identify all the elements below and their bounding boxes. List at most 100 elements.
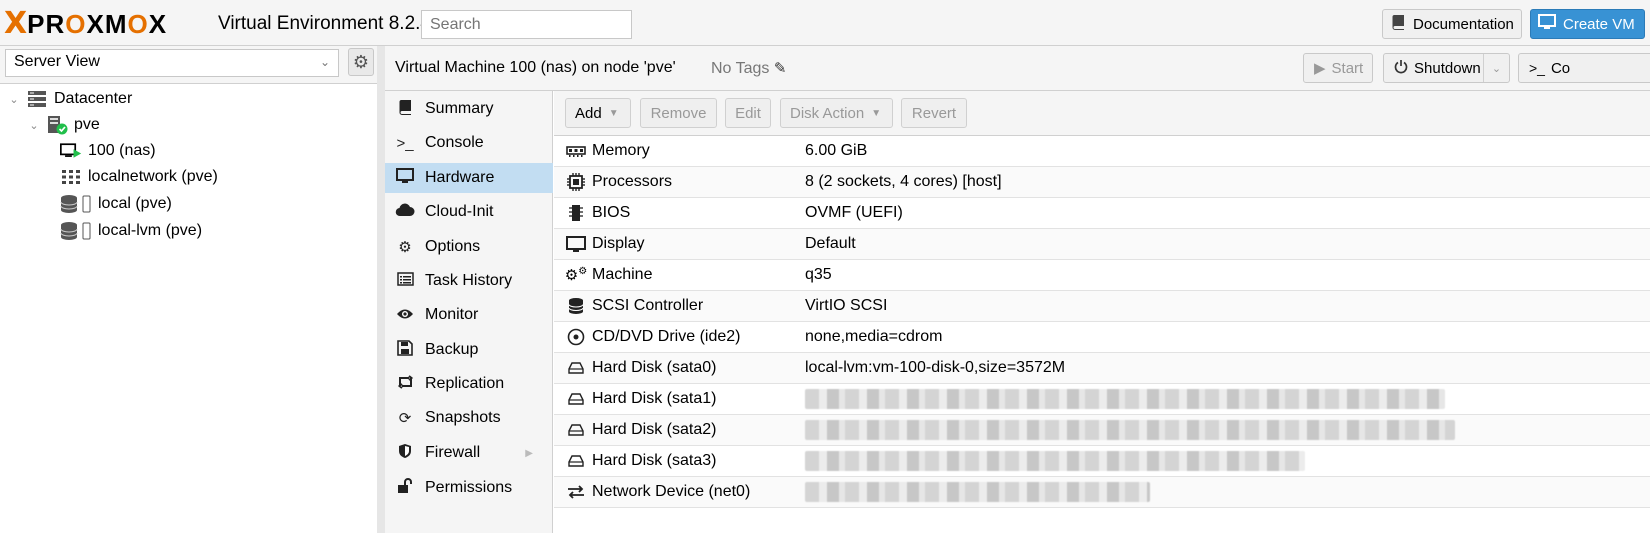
chevron-down-icon[interactable]: ⌄ — [8, 93, 20, 106]
tree-item-local-lvm[interactable]: local-lvm (pve) — [60, 218, 202, 244]
page-title: Virtual Machine 100 (nas) on node 'pve' — [395, 59, 676, 76]
hardware-row-sata1[interactable]: Hard Disk (sata1) — [554, 384, 1650, 415]
hardware-value: 6.00 GiB — [805, 142, 868, 159]
floppy-icon — [395, 340, 415, 360]
grid-icon — [60, 167, 82, 187]
view-selector[interactable]: Server View ⌄ — [5, 49, 339, 77]
desktop-icon — [562, 235, 590, 253]
nav-label: Permissions — [425, 479, 513, 496]
nav-monitor[interactable]: Monitor — [385, 300, 553, 330]
hardware-value: local-lvm:vm-100-disk-0,size=3572M — [805, 359, 1066, 376]
storage-icon — [60, 194, 92, 214]
nav-label: Snapshots — [425, 409, 501, 426]
hardware-row-sata3[interactable]: Hard Disk (sata3) — [554, 446, 1650, 477]
hardware-value: 8 (2 sockets, 4 cores) [host] — [805, 173, 1002, 190]
hardware-row-scsi-controller[interactable]: SCSI Controller VirtIO SCSI — [554, 291, 1650, 322]
tree-item-label: 100 (nas) — [88, 142, 156, 159]
add-label: Add — [575, 104, 602, 122]
history-icon: ⟳ — [398, 410, 412, 427]
hardware-value: VirtIO SCSI — [805, 297, 888, 314]
hardware-row-cdrom[interactable]: CD/DVD Drive (ide2) none,media=cdrom — [554, 322, 1650, 353]
hardware-row-sata0[interactable]: Hard Disk (sata0) local-lvm:vm-100-disk-… — [554, 353, 1650, 384]
chevron-down-icon: ▼ — [608, 107, 619, 119]
nav-label: Cloud-Init — [425, 203, 494, 220]
console-button[interactable]: >_ Co — [1518, 53, 1650, 83]
create-vm-button[interactable]: Create VM — [1530, 9, 1645, 39]
hardware-row-bios[interactable]: BIOS OVMF (UEFI) — [554, 198, 1650, 229]
revert-button[interactable]: Revert — [901, 98, 967, 128]
hardware-name: Network Device (net0) — [592, 483, 751, 500]
tree-item-label: local-lvm (pve) — [98, 222, 203, 239]
remove-button[interactable]: Remove — [640, 98, 717, 128]
panel-splitter[interactable] — [377, 46, 385, 533]
power-icon — [1394, 59, 1408, 78]
shutdown-button[interactable]: Shutdown ⌄ — [1383, 53, 1510, 83]
gear-icon[interactable]: ⚙ — [348, 48, 374, 76]
nav-permissions[interactable]: Permissions — [385, 473, 553, 503]
start-button[interactable]: ▶ Start — [1303, 53, 1373, 83]
hardware-name: Hard Disk (sata3) — [592, 452, 717, 469]
microchip-icon — [562, 204, 590, 222]
resource-tree: ⌄ Datacenter ⌄ pve 100 (nas) localnetwor… — [0, 83, 377, 533]
hardware-row-processors[interactable]: Processors 8 (2 sockets, 4 cores) [host] — [554, 167, 1650, 198]
hardware-row-net0[interactable]: Network Device (net0) — [554, 477, 1650, 508]
tree-item-label: localnetwork (pve) — [88, 168, 218, 185]
nav-hardware[interactable]: Hardware — [385, 163, 553, 193]
chevron-down-icon[interactable]: ⌄ — [1483, 54, 1509, 82]
nav-firewall[interactable]: Firewall ▶ — [385, 438, 553, 468]
hardware-name: Hard Disk (sata0) — [592, 359, 717, 376]
documentation-button[interactable]: Documentation — [1382, 9, 1522, 39]
hardware-row-sata2[interactable]: Hard Disk (sata2) — [554, 415, 1650, 446]
vm-title-bar: Virtual Machine 100 (nas) on node 'pve' … — [385, 46, 1650, 91]
nav-summary[interactable]: Summary — [385, 94, 553, 124]
chevron-down-icon: ⌄ — [319, 55, 330, 69]
tree-item-localnetwork[interactable]: localnetwork (pve) — [60, 164, 218, 190]
remove-label: Remove — [650, 104, 707, 122]
hardware-row-memory[interactable]: Memory 6.00 GiB — [554, 136, 1650, 167]
view-selector-value: Server View — [14, 53, 100, 70]
hdd-icon — [562, 393, 590, 405]
nav-cloud-init[interactable]: Cloud-Init — [385, 197, 553, 227]
database-icon — [562, 297, 590, 315]
disk-action-label: Disk Action — [790, 104, 865, 122]
hdd-icon — [562, 455, 590, 467]
nav-backup[interactable]: Backup — [385, 335, 553, 365]
redacted-value — [805, 482, 1150, 502]
nav-label: Console — [425, 134, 484, 151]
monitor-icon — [395, 168, 415, 188]
hardware-grid: Memory 6.00 GiB Processors 8 (2 sockets,… — [554, 136, 1650, 508]
add-button[interactable]: Add ▼ — [565, 98, 631, 128]
hardware-name: Hard Disk (sata1) — [592, 390, 717, 407]
tree-item-vm-100[interactable]: 100 (nas) — [60, 138, 156, 164]
search-input[interactable] — [421, 10, 632, 39]
nav-snapshots[interactable]: ⟳ Snapshots — [385, 403, 553, 433]
gear-icon: ⚙ — [398, 239, 412, 256]
pencil-icon[interactable]: ✎ — [774, 60, 787, 77]
product-version: Virtual Environment 8.2.4 — [218, 13, 431, 34]
nav-label: Hardware — [425, 169, 495, 186]
tags-editor[interactable]: No Tags ✎ — [711, 59, 786, 78]
book-icon — [1391, 14, 1405, 34]
book-icon — [395, 99, 415, 119]
nav-console[interactable]: >_ Console — [385, 128, 553, 158]
resource-tree-panel: Server View ⌄ ⚙ ⌄ Datacenter ⌄ pve 100 (… — [0, 46, 377, 533]
nav-replication[interactable]: Replication — [385, 369, 553, 399]
disk-action-button[interactable]: Disk Action ▼ — [780, 98, 893, 128]
chevron-right-icon[interactable]: ▶ — [525, 448, 533, 459]
hardware-row-display[interactable]: Display Default — [554, 229, 1650, 260]
hardware-toolbar: Add ▼ Remove Edit Disk Action ▼ Revert — [554, 91, 1650, 136]
hardware-name: SCSI Controller — [592, 297, 704, 314]
chevron-down-icon[interactable]: ⌄ — [28, 119, 40, 132]
tree-item-local[interactable]: local (pve) — [60, 191, 172, 217]
vm-running-icon — [60, 141, 82, 161]
proxmox-logo: X PROXMOX — [4, 6, 168, 41]
cogs-icon: ⚙ ⚙ — [564, 265, 588, 285]
nav-task-history[interactable]: Task History — [385, 266, 553, 296]
hardware-row-machine[interactable]: ⚙ ⚙ Machine q35 — [554, 260, 1650, 291]
console-label: Co — [1550, 59, 1571, 77]
edit-button[interactable]: Edit — [725, 98, 771, 128]
nav-label: Summary — [425, 100, 494, 117]
tree-item-datacenter[interactable]: ⌄ Datacenter — [8, 86, 132, 112]
nav-options[interactable]: ⚙ Options — [385, 232, 553, 262]
tree-item-pve[interactable]: ⌄ pve — [28, 112, 100, 138]
